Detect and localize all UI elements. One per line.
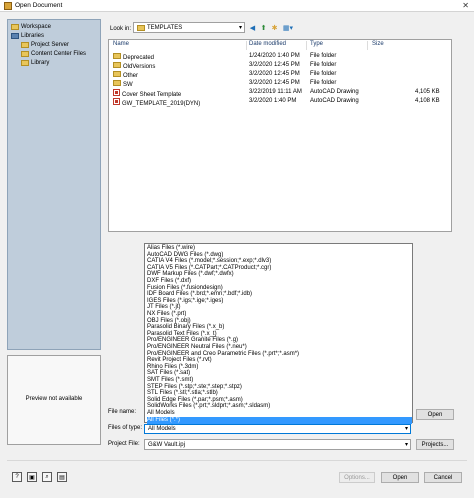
folder-icon	[113, 62, 121, 68]
file-row[interactable]: SW 3/2/2020 12:45 PM File folder	[110, 80, 451, 88]
dwg-file-icon	[113, 98, 120, 105]
file-type: File folder	[310, 80, 337, 86]
cancel-button[interactable]: Cancel	[424, 472, 462, 483]
preview-pane: Preview not available	[7, 355, 101, 445]
file-row[interactable]: Other 3/2/2020 12:45 PM File folder	[110, 71, 451, 79]
location-tree[interactable]: Workspace Libraries Project Server Conte…	[7, 19, 101, 350]
preview-text: Preview not available	[25, 396, 83, 402]
new-folder-icon[interactable]: ✱	[270, 23, 279, 32]
vault-icon[interactable]: ▤	[57, 472, 67, 482]
file-type: File folder	[310, 71, 337, 77]
folder-icon	[21, 60, 29, 66]
file-type: File folder	[310, 53, 337, 59]
file-date: 3/2/2020 12:45 PM	[249, 62, 300, 68]
file-date: 3/2/2020 12:45 PM	[249, 71, 300, 77]
file-date: 3/2/2020 1:40 PM	[249, 98, 297, 104]
title-bar: Open Document ✕	[0, 0, 474, 12]
column-header-name[interactable]: Name	[113, 41, 129, 50]
file-date: 3/22/2019 11:11 AM	[249, 89, 302, 95]
back-icon[interactable]: ◀	[248, 23, 257, 32]
folder-icon	[11, 24, 19, 30]
file-list[interactable]: Name Date modified Type Size Deprecated …	[108, 39, 452, 232]
file-date: 3/2/2020 12:45 PM	[249, 80, 300, 86]
folder-icon	[21, 51, 29, 57]
app-icon	[4, 2, 12, 10]
options-button[interactable]: Options...	[339, 472, 375, 483]
filetype-value: All Models	[148, 426, 176, 432]
tree-item-content-center[interactable]: Content Center Files	[21, 50, 86, 58]
file-name: SW	[123, 82, 133, 88]
folder-icon	[113, 80, 121, 86]
project-value: G&W Vault.ipj	[148, 442, 185, 448]
file-type: File folder	[310, 62, 337, 68]
filetype-dropdown-list[interactable]: Alias Files (*.wire) AutoCAD DWG Files (*…	[144, 243, 413, 424]
tree-item-label: Content Center Files	[31, 51, 87, 57]
file-type: AutoCAD Drawing	[310, 98, 359, 104]
up-folder-icon[interactable]: ⬆	[259, 23, 268, 32]
folder-icon	[21, 42, 29, 48]
folder-icon	[113, 71, 121, 77]
tree-item-label: Project Server	[31, 42, 70, 48]
file-name: OldVersions	[123, 64, 156, 70]
column-divider	[246, 41, 247, 50]
file-name: Other	[123, 73, 139, 79]
file-row[interactable]: Deprecated 1/24/2020 1:40 PM File folder	[110, 53, 451, 61]
views-menu-icon[interactable]: ▦▾	[282, 23, 294, 32]
find-icon[interactable]: ⌕	[42, 472, 52, 482]
tree-item-libraries[interactable]: Libraries	[11, 32, 44, 40]
lookin-label: Look in:	[110, 26, 132, 32]
filetype-select[interactable]: All Models ▾	[144, 424, 411, 434]
lookin-value: TEMPLATES	[147, 24, 183, 31]
tree-item-label: Libraries	[21, 33, 45, 39]
file-date: 1/24/2020 1:40 PM	[249, 53, 300, 59]
library-icon	[11, 33, 19, 39]
column-divider	[306, 41, 307, 50]
tree-item-project-server[interactable]: Project Server	[21, 41, 69, 49]
column-header-size[interactable]: Size	[372, 41, 384, 50]
folder-icon	[137, 25, 145, 31]
chevron-down-icon[interactable]: ▾	[405, 425, 408, 432]
column-header-date[interactable]: Date modified	[249, 41, 286, 50]
project-label: Project File:	[108, 441, 140, 447]
dwg-file-icon	[113, 89, 120, 96]
file-type: AutoCAD Drawing	[310, 89, 359, 95]
lookin-select[interactable]: TEMPLATES ▾	[133, 22, 245, 33]
file-row[interactable]: Cover Sheet Template 3/22/2019 11:11 AM …	[110, 89, 451, 98]
chevron-down-icon[interactable]: ▾	[239, 24, 242, 31]
chevron-down-icon[interactable]: ▾	[405, 441, 408, 448]
column-header-type[interactable]: Type	[310, 41, 323, 50]
tree-item-label: Library	[31, 60, 50, 66]
filetype-option[interactable]: All Files (*.*)	[147, 416, 412, 424]
open-button[interactable]: Open	[381, 472, 419, 483]
close-icon[interactable]: ✕	[462, 1, 469, 10]
file-row[interactable]: OldVersions 3/2/2020 12:45 PM File folde…	[110, 62, 451, 70]
column-divider	[367, 41, 368, 50]
tree-item-label: Workspace	[21, 24, 51, 30]
file-row[interactable]: GW_TEMPLATE_2019(DYN) 3/2/2020 1:40 PM A…	[110, 98, 451, 107]
project-select[interactable]: G&W Vault.ipj ▾	[144, 439, 411, 450]
file-name: GW_TEMPLATE_2019(DYN)	[122, 101, 201, 107]
footer-divider	[7, 460, 467, 461]
file-size: 4,108 KB	[415, 98, 440, 104]
folder-icon	[113, 53, 121, 59]
help-icon[interactable]: ?	[12, 472, 22, 482]
projects-button[interactable]: Projects...	[416, 439, 454, 450]
filetype-label: Files of type:	[108, 425, 143, 431]
file-size: 4,105 KB	[415, 89, 440, 95]
open-button-top[interactable]: Open	[416, 409, 454, 420]
tree-item-workspace[interactable]: Workspace	[11, 23, 51, 31]
workspace-icon[interactable]: ▣	[27, 472, 37, 482]
file-name: Deprecated	[123, 55, 155, 61]
tree-item-library[interactable]: Library	[21, 59, 49, 67]
window-title: Open Document	[15, 2, 63, 9]
filename-label: File name:	[108, 409, 137, 415]
